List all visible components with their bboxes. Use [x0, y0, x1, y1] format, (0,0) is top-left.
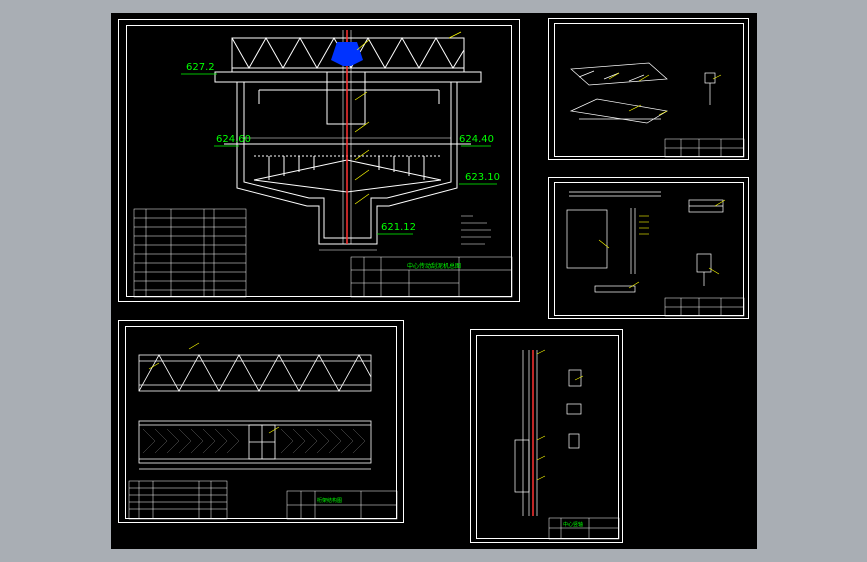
shaft-title-text: 中心竖轴: [563, 521, 583, 528]
shaft-sheet[interactable]: 中心竖轴: [470, 329, 623, 543]
truss-sheet-drawing: 桁架结构图: [128, 342, 398, 520]
truss-sheet[interactable]: 桁架结构图: [118, 320, 404, 523]
detail-sheet-1-drawing: [569, 62, 745, 158]
shaft-sheet-drawing: 中心竖轴: [514, 349, 620, 540]
elevation-water-left: 624.60: [216, 134, 251, 145]
detail-2-title-block: [664, 297, 745, 317]
shaft-title-block: [548, 517, 620, 540]
detail-sheet-2[interactable]: [548, 177, 749, 319]
elevation-cone: 623.10: [465, 172, 500, 183]
detail-sheet-1[interactable]: [548, 18, 749, 160]
main-title-text: 中心传动刮泥机总图: [407, 262, 461, 270]
elevation-top: 627.2: [186, 62, 215, 73]
detail-sheet-2-drawing: [566, 191, 745, 317]
main-sheet[interactable]: 627.2 624.60 624.40 623.10 621.12 中心传动刮泥…: [118, 19, 520, 302]
main-sheet-drawing: 627.2 624.60 624.40 623.10 621.12 中心传动刮泥…: [133, 30, 513, 298]
truss-deck-hatch: [142, 428, 366, 454]
truss-title-text: 桁架结构图: [317, 497, 342, 504]
truss-title-block: [286, 490, 398, 520]
detail-1-title-block: [664, 138, 745, 158]
cad-viewport[interactable]: 627.2 624.60 624.40 623.10 621.12 中心传动刮泥…: [111, 13, 757, 549]
elevation-bottom: 621.12: [381, 222, 416, 233]
elevation-water-right: 624.40: [459, 134, 494, 145]
parts-table: [133, 208, 247, 298]
truss-parts-table: [128, 480, 228, 520]
